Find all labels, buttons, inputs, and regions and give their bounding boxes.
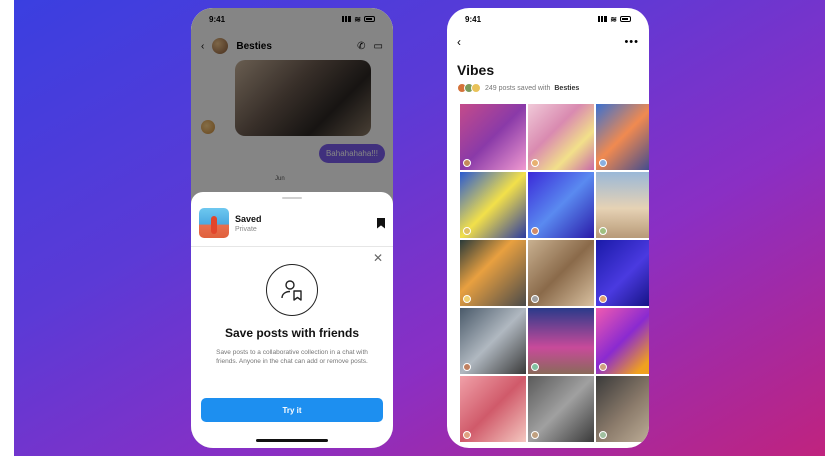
- collection-meta: 249 posts saved with Besties: [457, 83, 579, 93]
- grid-post[interactable]: [596, 308, 649, 374]
- grid-post[interactable]: [460, 172, 526, 238]
- saved-collection-row[interactable]: Saved Private: [199, 206, 385, 240]
- member-avatars[interactable]: [457, 83, 481, 93]
- divider: [191, 246, 393, 247]
- avatar: [531, 295, 539, 303]
- avatar: [463, 227, 471, 235]
- grid-post[interactable]: [460, 104, 526, 170]
- avatar: [471, 83, 481, 93]
- wifi-icon: ≋: [610, 14, 617, 24]
- grid-post[interactable]: [528, 172, 594, 238]
- saved-thumbnail: [199, 208, 229, 238]
- grid-post[interactable]: [460, 308, 526, 374]
- person-bookmark-icon: [281, 280, 302, 301]
- grid-post[interactable]: [460, 240, 526, 306]
- posts-count: 249 posts saved with: [485, 84, 551, 92]
- avatar: [531, 159, 539, 167]
- bookmark-icon[interactable]: [377, 217, 385, 229]
- grid-post[interactable]: [460, 376, 526, 442]
- grid-post[interactable]: [596, 104, 649, 170]
- avatar: [599, 363, 607, 371]
- right-phone: 9:41 ≋ ‹ ••• Vibes 249 posts saved with …: [447, 8, 649, 448]
- background: 9:41 ≋ ‹ Besties ✆ ▭ Bahahahaha!!! Jun S…: [14, 0, 825, 456]
- system-icons: ≋: [598, 15, 631, 24]
- avatar: [599, 159, 607, 167]
- home-indicator[interactable]: [256, 439, 328, 442]
- saved-title: Saved: [235, 213, 262, 224]
- posts-grid: [460, 104, 649, 442]
- status-bar: 9:41 ≋: [447, 8, 649, 30]
- sheet-grabber[interactable]: [282, 197, 302, 199]
- avatar: [463, 159, 471, 167]
- grid-post[interactable]: [596, 172, 649, 238]
- avatar: [531, 227, 539, 235]
- avatar: [531, 363, 539, 371]
- sheet-description: Save posts to a collaborative collection…: [216, 349, 368, 365]
- left-phone: 9:41 ≋ ‹ Besties ✆ ▭ Bahahahaha!!! Jun S…: [191, 8, 393, 448]
- grid-post[interactable]: [528, 240, 594, 306]
- close-icon[interactable]: ✕: [373, 252, 383, 264]
- collection-header: ‹ •••: [447, 30, 649, 54]
- collab-save-icon: [266, 264, 318, 316]
- saved-subtitle: Private: [235, 225, 257, 233]
- sheet-heading: Save posts with friends: [224, 326, 360, 340]
- bottom-sheet: Saved Private ✕ Save posts with friends …: [191, 192, 393, 448]
- status-time: 9:41: [465, 14, 482, 24]
- grid-post[interactable]: [596, 240, 649, 306]
- grid-post[interactable]: [528, 376, 594, 442]
- grid-post[interactable]: [528, 308, 594, 374]
- saved-text: Saved Private: [235, 214, 371, 233]
- collection-title: Vibes: [457, 62, 495, 78]
- battery-icon: [620, 16, 631, 22]
- avatar: [463, 431, 471, 439]
- avatar: [599, 431, 607, 439]
- avatar: [599, 227, 607, 235]
- avatar: [531, 431, 539, 439]
- grid-post[interactable]: [596, 376, 649, 442]
- try-it-button[interactable]: Try it: [201, 398, 383, 422]
- group-name[interactable]: Besties: [554, 85, 579, 92]
- grid-post[interactable]: [528, 104, 594, 170]
- back-icon[interactable]: ‹: [457, 35, 461, 49]
- signal-icon: [598, 16, 608, 22]
- avatar: [463, 363, 471, 371]
- avatar: [599, 295, 607, 303]
- more-icon[interactable]: •••: [624, 36, 639, 48]
- avatar: [463, 295, 471, 303]
